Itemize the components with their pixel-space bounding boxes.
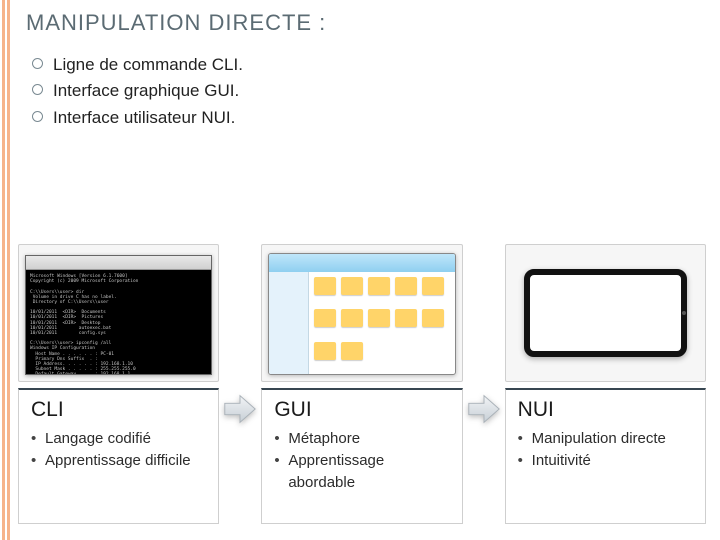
tablet-device-icon <box>524 269 687 357</box>
bullet-item: Interface graphique GUI. <box>32 78 706 104</box>
arrow-icon <box>219 294 261 524</box>
card-point: Intuitivité <box>518 450 693 472</box>
terminal-window-icon: Microsoft Windows [Version 6.1.7600] Cop… <box>25 255 212 375</box>
gui-screenshot <box>261 244 462 382</box>
evolution-row: Microsoft Windows [Version 6.1.7600] Cop… <box>18 244 706 524</box>
decorative-left-band <box>0 0 14 540</box>
card-title: NUI <box>518 398 693 422</box>
title-text: MANIPULATION DIRECTE : <box>26 10 326 35</box>
card-title: GUI <box>274 398 449 422</box>
terminal-text: Microsoft Windows [Version 6.1.7600] Cop… <box>26 270 211 375</box>
card-nui: NUI Manipulation directe Intuitivité <box>505 388 706 524</box>
card-point: Manipulation directe <box>518 428 693 450</box>
card-cli: CLI Langage codifié Apprentissage diffic… <box>18 388 219 524</box>
file-explorer-icon <box>268 253 455 375</box>
column-cli: Microsoft Windows [Version 6.1.7600] Cop… <box>18 244 219 524</box>
card-point: Métaphore <box>274 428 449 450</box>
bullet-item: Interface utilisateur NUI. <box>32 105 706 131</box>
column-nui: NUI Manipulation directe Intuitivité <box>505 244 706 524</box>
card-point: Apprentissage difficile <box>31 450 206 472</box>
card-gui: GUI Métaphore Apprentissage abordable <box>261 388 462 524</box>
slide-content: MANIPULATION DIRECTE : Ligne de commande… <box>26 10 706 530</box>
column-gui: GUI Métaphore Apprentissage abordable <box>261 244 462 524</box>
card-title: CLI <box>31 398 206 422</box>
card-point: Langage codifié <box>31 428 206 450</box>
nui-screenshot <box>505 244 706 382</box>
card-point: Apprentissage abordable <box>274 450 449 494</box>
bullet-item: Ligne de commande CLI. <box>32 52 706 78</box>
slide-title: MANIPULATION DIRECTE : <box>26 10 706 36</box>
arrow-icon <box>463 294 505 524</box>
cli-screenshot: Microsoft Windows [Version 6.1.7600] Cop… <box>18 244 219 382</box>
bullet-list: Ligne de commande CLI. Interface graphiq… <box>32 52 706 131</box>
